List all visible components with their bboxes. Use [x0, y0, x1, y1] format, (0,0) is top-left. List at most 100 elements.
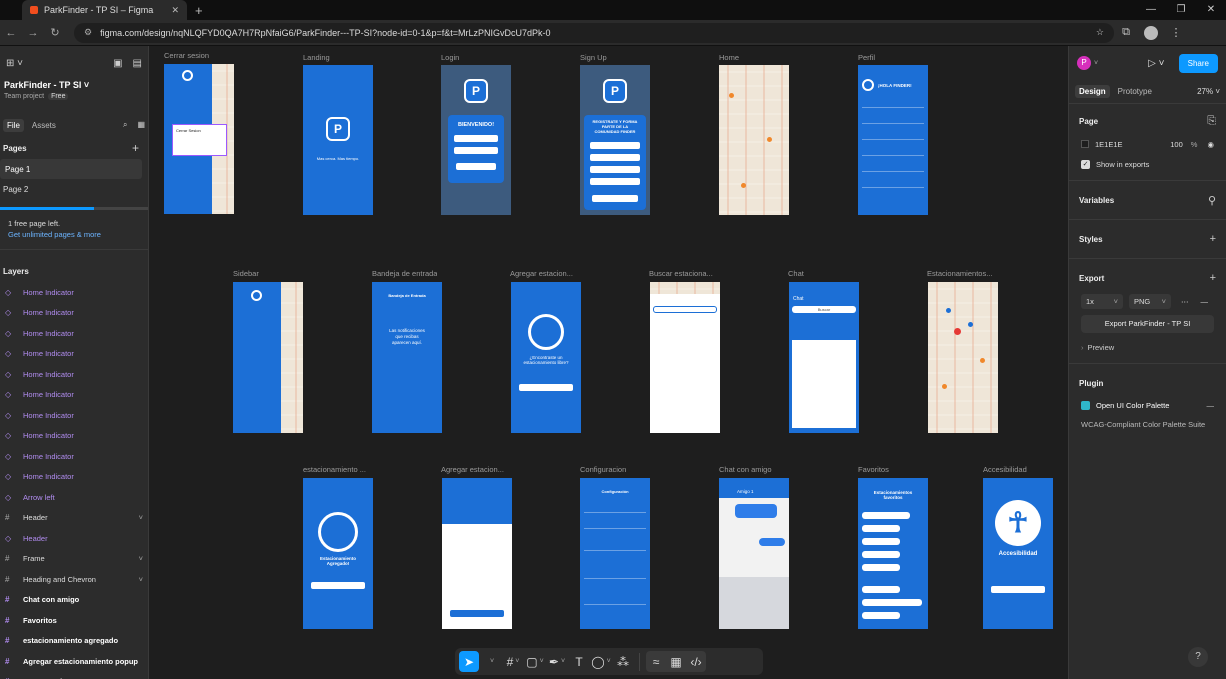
share-button[interactable]: Share — [1178, 53, 1218, 73]
layer-item[interactable]: ◇ Home Indicator — [0, 467, 148, 488]
back-icon[interactable]: ← — [0, 27, 22, 39]
password-field[interactable] — [590, 166, 640, 173]
frame-chat[interactable]: Chat Buscar — [789, 282, 859, 433]
upgrade-link[interactable]: Get unlimited pages & more — [8, 229, 140, 240]
name-field[interactable] — [590, 142, 640, 149]
frame-buscar-estacionamiento[interactable] — [650, 282, 720, 433]
back-home-button[interactable] — [311, 582, 365, 589]
layer-item[interactable]: ◇ Arrow left — [0, 487, 148, 508]
ai-icon[interactable]: ▣ — [113, 58, 122, 69]
figma-menu-icon[interactable]: ⊞ ˅ — [6, 58, 23, 69]
password-field[interactable] — [454, 147, 498, 154]
page-color-row[interactable]: 1E1E1E 100 % ◉ — [1069, 134, 1226, 154]
layer-item[interactable]: ◇ Home Indicator — [0, 364, 148, 385]
layer-item[interactable]: ◇ Home Indicator — [0, 446, 148, 467]
login-button[interactable] — [456, 163, 496, 170]
favorite-item[interactable] — [862, 551, 900, 558]
collapse-plugin-icon[interactable]: — — [1207, 401, 1215, 410]
dev-mode-icon[interactable]: ‹/› — [686, 651, 706, 672]
close-tab-icon[interactable]: ✕ — [171, 5, 179, 16]
search-icon[interactable]: ⌕ — [123, 120, 127, 130]
frame-label[interactable]: Chat — [788, 269, 804, 278]
favorite-item[interactable] — [862, 538, 900, 545]
frame-label[interactable]: Agregar estacion... — [510, 269, 580, 278]
favorite-item[interactable] — [862, 612, 900, 619]
layer-item[interactable]: ◇ Home Indicator — [0, 426, 148, 447]
reload-icon[interactable]: ↻ — [44, 26, 66, 39]
frame-label[interactable]: Bandeja de entrada — [372, 269, 437, 278]
frame-label[interactable]: Configuracion — [580, 465, 626, 474]
export-format-select[interactable]: PNG ˅ — [1129, 293, 1171, 309]
layer-item[interactable]: ◇ Home Indicator — [0, 282, 148, 303]
profile-avatar[interactable] — [1144, 25, 1158, 40]
tab-assets[interactable]: Assets — [28, 119, 60, 132]
add-page-icon[interactable]: + — [132, 141, 139, 155]
help-button[interactable]: ? — [1188, 647, 1208, 667]
avatar[interactable]: P — [1077, 56, 1091, 70]
favorite-item[interactable] — [862, 564, 900, 571]
show-in-exports-checkbox[interactable]: ✓ — [1081, 159, 1090, 169]
layer-item[interactable]: ◇ Home Indicator — [0, 303, 148, 324]
layer-item[interactable]: #Cerrar sesion — [0, 672, 148, 679]
accessibility-button[interactable] — [991, 586, 1045, 593]
layer-item[interactable]: # Chat con amigo — [0, 590, 148, 611]
favorite-item[interactable] — [862, 512, 910, 519]
variables-section[interactable]: Variables ⚲ — [1069, 187, 1226, 213]
frame-label[interactable]: Estacionamientos... — [927, 269, 997, 278]
layer-item[interactable]: # Agregar estacionamiento popup — [0, 651, 148, 672]
page-item[interactable]: Page 1 — [0, 159, 142, 179]
frame-label[interactable]: Accesibilidad — [983, 465, 1027, 474]
toggle-sidebar-icon[interactable]: ▤ — [133, 58, 142, 69]
design-mode-icon[interactable]: ▦ — [666, 651, 686, 672]
layer-item[interactable]: ◇ Home Indicator — [0, 405, 148, 426]
more-options-icon[interactable]: ⋯ — [1181, 297, 1189, 306]
frame-label[interactable]: Cerrar sesion — [164, 51, 209, 60]
zoom-dropdown[interactable]: 27% ˅ — [1197, 87, 1220, 96]
frame-cerrar-sesion[interactable]: Cerrar Sesion — [164, 64, 234, 214]
confirm-password-field[interactable] — [590, 178, 640, 185]
minimize-icon[interactable]: — — [1136, 0, 1166, 20]
tab-file[interactable]: File — [3, 118, 24, 132]
add-parking-button[interactable] — [519, 384, 573, 391]
frame-label[interactable]: Favoritos — [858, 465, 889, 474]
tab-prototype[interactable]: Prototype — [1114, 85, 1156, 98]
page-settings-icon[interactable]: ⎘ — [1207, 115, 1216, 128]
pen-tool-icon[interactable]: ✒ ˅ — [547, 651, 567, 672]
browser-menu-icon[interactable]: ⋮ — [1164, 26, 1188, 39]
email-field[interactable] — [590, 154, 640, 161]
frame-estacionamiento-agregado[interactable]: Estacionamiento Agregado! — [303, 478, 373, 629]
frame-label[interactable]: Perfil — [858, 53, 875, 62]
tab-design[interactable]: Design — [1075, 85, 1110, 98]
page-color-value[interactable]: 1E1E1E — [1095, 140, 1123, 149]
extensions-icon[interactable]: ⧉ — [1114, 26, 1138, 39]
forward-icon[interactable]: → — [22, 27, 44, 39]
frame-accesibilidad[interactable]: ☥ Accesibilidad — [983, 478, 1053, 629]
frame-sidebar[interactable] — [233, 282, 303, 433]
favorite-item[interactable] — [862, 586, 900, 593]
chevron-down-icon[interactable]: ˅ — [481, 651, 501, 672]
chevron-down-icon[interactable]: ˅ — [1094, 60, 1098, 67]
remove-export-icon[interactable]: — — [1201, 297, 1209, 306]
frame-login[interactable]: P BIENVENIDO! — [441, 65, 511, 215]
preview-toggle[interactable]: › Preview — [1069, 337, 1226, 357]
layer-item[interactable]: # Favoritos — [0, 610, 148, 631]
layer-item[interactable]: ◇ Home Indicator — [0, 323, 148, 344]
frame-estacionamientos[interactable] — [928, 282, 998, 433]
frame-label[interactable]: Login — [441, 53, 459, 62]
plugin-item[interactable]: Open UI Color Palette — — [1069, 396, 1226, 414]
bookmark-star-icon[interactable]: ☆ — [1096, 27, 1104, 38]
color-swatch[interactable] — [1081, 140, 1089, 148]
shape-tool-icon[interactable]: ▢ ˅ — [525, 651, 545, 672]
layer-item[interactable]: ◇ Home Indicator — [0, 344, 148, 365]
frame-label[interactable]: Chat con amigo — [719, 465, 772, 474]
actions-icon[interactable]: ⁂ — [613, 651, 633, 672]
frame-agregar-estacionamiento[interactable]: ¿Encontraste un estacionamiento libre? — [511, 282, 581, 433]
frame-tool-icon[interactable]: # ˅ — [503, 651, 523, 672]
text-tool-icon[interactable]: T — [569, 651, 589, 672]
frame-sign-up[interactable]: P REGISTRATE Y FORMA PARTE DE LA COMUNID… — [580, 65, 650, 215]
search-field[interactable] — [653, 306, 717, 313]
frame-label[interactable]: Sign Up — [580, 53, 607, 62]
visibility-eye-icon[interactable]: ◉ — [1207, 140, 1214, 149]
close-window-icon[interactable]: ✕ — [1196, 0, 1226, 20]
design-canvas[interactable]: Cerrar sesion Landing Login Sign Up Home… — [150, 46, 1068, 679]
